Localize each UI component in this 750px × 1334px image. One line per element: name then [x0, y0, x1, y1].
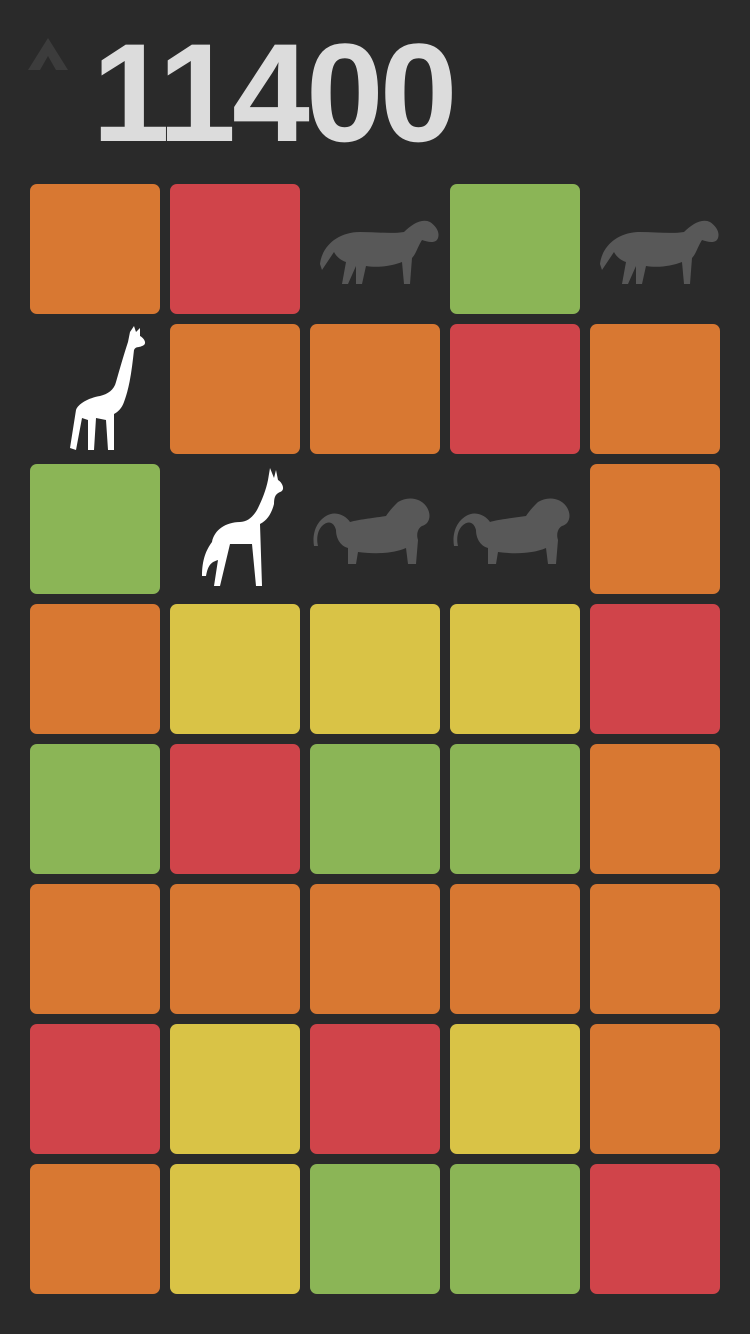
- orange-tile[interactable]: [310, 324, 440, 454]
- green-tile[interactable]: [450, 744, 580, 874]
- yellow-tile[interactable]: [310, 604, 440, 734]
- red-tile[interactable]: [30, 1024, 160, 1154]
- orange-tile[interactable]: [30, 184, 160, 314]
- orange-tile[interactable]: [590, 884, 720, 1014]
- baboon-tile[interactable]: [450, 464, 580, 594]
- zebra-tile[interactable]: [310, 184, 440, 314]
- yellow-tile[interactable]: [450, 604, 580, 734]
- yellow-tile[interactable]: [170, 1024, 300, 1154]
- yellow-tile[interactable]: [170, 604, 300, 734]
- green-tile[interactable]: [30, 464, 160, 594]
- baboon-icon: [313, 498, 430, 564]
- red-tile[interactable]: [590, 604, 720, 734]
- orange-tile[interactable]: [170, 884, 300, 1014]
- red-tile[interactable]: [310, 1024, 440, 1154]
- baboon-tile[interactable]: [310, 464, 440, 594]
- green-tile[interactable]: [310, 744, 440, 874]
- giraffe-tile[interactable]: [30, 324, 160, 454]
- giraffe-icon: [70, 326, 146, 450]
- green-tile[interactable]: [450, 184, 580, 314]
- orange-tile[interactable]: [30, 1164, 160, 1294]
- red-tile[interactable]: [170, 184, 300, 314]
- orange-tile[interactable]: [590, 464, 720, 594]
- green-tile[interactable]: [30, 744, 160, 874]
- chevron-up-icon[interactable]: [26, 36, 70, 72]
- green-tile[interactable]: [450, 1164, 580, 1294]
- orange-tile[interactable]: [590, 324, 720, 454]
- game-board: [30, 184, 722, 1296]
- orange-tile[interactable]: [590, 1024, 720, 1154]
- red-tile[interactable]: [170, 744, 300, 874]
- yellow-tile[interactable]: [170, 1164, 300, 1294]
- orange-tile[interactable]: [170, 324, 300, 454]
- gazelle-icon: [202, 468, 284, 586]
- orange-tile[interactable]: [450, 884, 580, 1014]
- green-tile[interactable]: [310, 1164, 440, 1294]
- score-display: 11400: [92, 14, 458, 171]
- red-tile[interactable]: [590, 1164, 720, 1294]
- zebra-tile[interactable]: [590, 184, 720, 314]
- baboon-icon: [453, 498, 570, 564]
- yellow-tile[interactable]: [450, 1024, 580, 1154]
- zebra-icon: [600, 220, 719, 284]
- orange-tile[interactable]: [310, 884, 440, 1014]
- orange-tile[interactable]: [30, 884, 160, 1014]
- red-tile[interactable]: [450, 324, 580, 454]
- orange-tile[interactable]: [30, 604, 160, 734]
- orange-tile[interactable]: [590, 744, 720, 874]
- zebra-icon: [320, 220, 439, 284]
- gazelle-tile[interactable]: [170, 464, 300, 594]
